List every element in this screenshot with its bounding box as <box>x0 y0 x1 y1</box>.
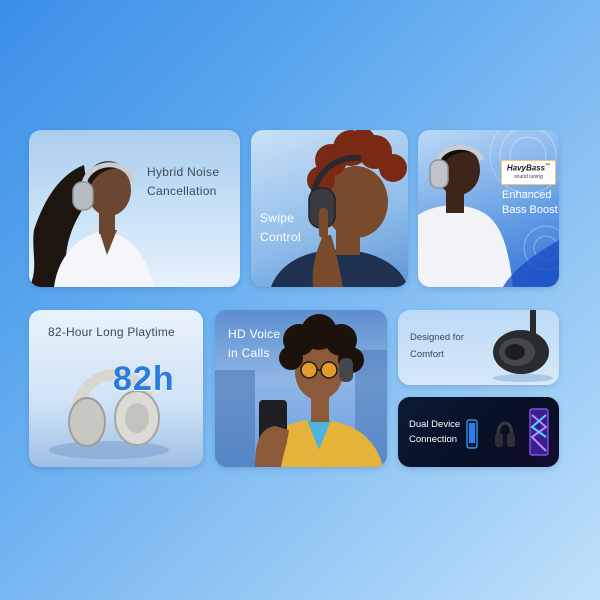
hd-voice-text: HD Voice in Calls <box>228 325 280 362</box>
havybass-badge: HavyBass™ sound tuning <box>501 160 556 185</box>
hd-voice-card: HD Voice in Calls <box>215 310 387 467</box>
badge-tm: ™ <box>545 163 551 169</box>
noise-cancellation-card: Hybrid Noise Cancellation <box>29 130 240 287</box>
comfort-card: Designed for Comfort <box>398 310 559 385</box>
bass-boost-text: Enhanced Bass Boost <box>502 188 558 219</box>
noise-line2: Cancellation <box>147 183 217 198</box>
woman-with-headphones-image <box>29 161 154 287</box>
smartphone-icon <box>466 419 478 449</box>
playtime-card: 82-Hour Long Playtime 82h <box>29 310 203 467</box>
swipe-control-text: Swipe Control <box>260 209 301 246</box>
dual-device-text: Dual Device Connection <box>409 417 460 447</box>
swipe-line2: Control <box>260 229 301 244</box>
dual-line2: Connection <box>409 434 458 446</box>
swipe-control-card: Swipe Control <box>251 130 408 287</box>
bass-line1: Enhanced <box>502 189 552 201</box>
badge-sub: sound tuning <box>514 173 543 180</box>
headphones-icon <box>493 310 553 382</box>
dual-line1: Dual Device <box>409 419 461 430</box>
noise-cancellation-text: Hybrid Noise Cancellation <box>147 163 219 200</box>
playtime-number: 82h <box>113 360 175 398</box>
comfort-line1: Designed for <box>410 332 464 343</box>
laptop-icon <box>529 408 549 456</box>
headphones-icon <box>495 421 515 447</box>
voice-line2: in Calls <box>228 345 270 360</box>
dual-device-card: Dual Device Connection <box>398 397 559 467</box>
badge-brand: HavyBass <box>506 163 546 173</box>
comfort-line2: Comfort <box>410 348 444 360</box>
bass-boost-card: HavyBass™ sound tuning Enhanced Bass Boo… <box>418 130 559 287</box>
comfort-text: Designed for Comfort <box>410 330 464 363</box>
bass-line2: Bass Boost <box>502 204 558 217</box>
noise-line1: Hybrid Noise <box>147 165 220 179</box>
voice-line1: HD Voice <box>228 327 281 341</box>
swipe-line1: Swipe <box>260 211 295 225</box>
